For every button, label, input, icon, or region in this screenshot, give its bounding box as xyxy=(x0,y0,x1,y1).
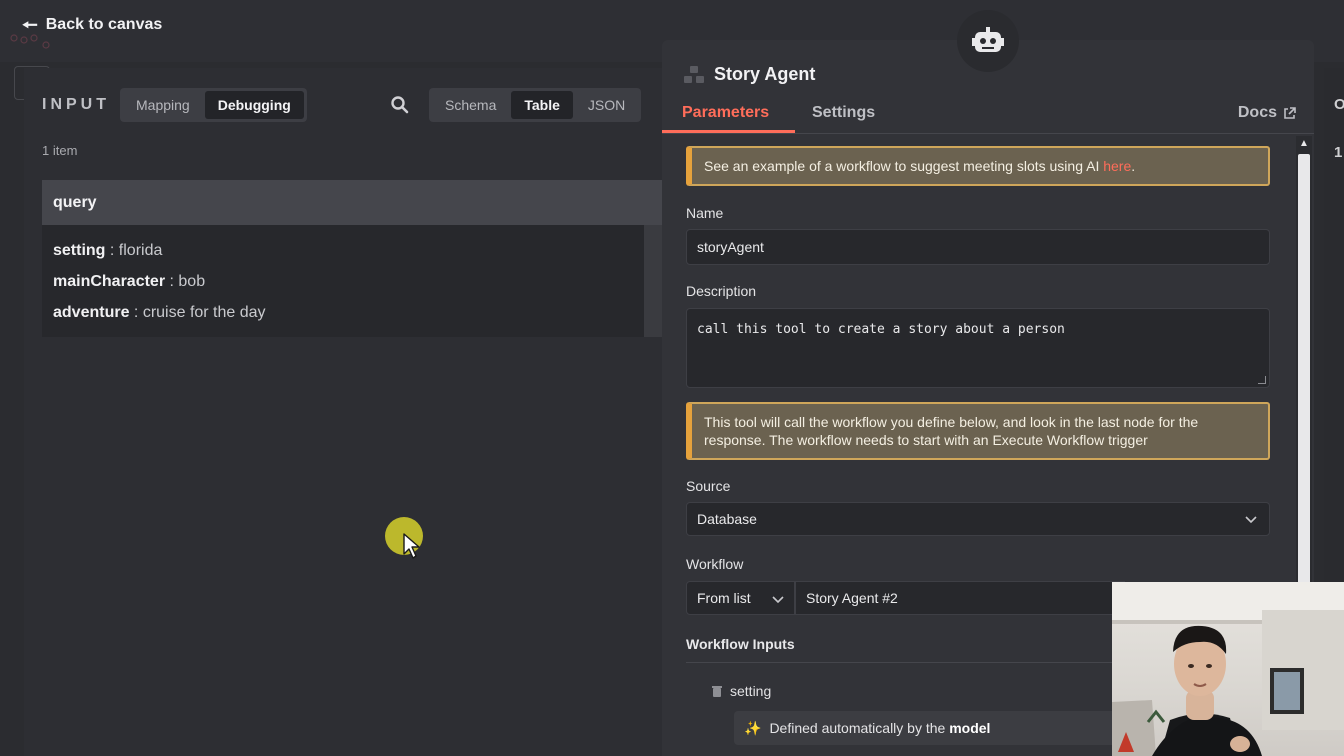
webcam-overlay xyxy=(1112,582,1344,756)
query-table: query setting : florida mainCharacter : … xyxy=(42,180,662,337)
node-tabs: Parameters Settings Docs xyxy=(662,98,1314,134)
workflow-select[interactable]: Story Agent #2 xyxy=(795,581,1125,615)
node-icon xyxy=(684,65,704,83)
source-label: Source xyxy=(686,478,731,494)
node-title-text[interactable]: Story Agent xyxy=(714,64,815,85)
chevron-down-icon xyxy=(1245,516,1257,524)
resize-handle[interactable] xyxy=(1258,376,1266,384)
tab-settings[interactable]: Settings xyxy=(812,104,875,122)
description-label: Description xyxy=(686,283,757,299)
chevron-down-icon xyxy=(772,596,784,604)
workflow-inputs-title: Workflow Inputs xyxy=(686,636,795,652)
docs-label: Docs xyxy=(1237,104,1277,121)
view-toggle: Schema Table JSON xyxy=(429,88,642,122)
example-notice: See an example of a workflow to suggest … xyxy=(686,146,1270,186)
robot-icon xyxy=(957,10,1019,72)
divider xyxy=(686,662,1136,663)
query-field-adventure[interactable]: adventure : cruise for the day xyxy=(53,297,633,328)
external-link-icon xyxy=(1284,106,1296,119)
sparkle-icon: ✨ xyxy=(744,719,762,736)
input-panel: INPUT Mapping Debugging Schema Table JSO… xyxy=(24,68,664,756)
defined-by-model-box[interactable]: ✨ Defined automatically by the model xyxy=(734,711,1134,745)
tool-notice: This tool will call the workflow you def… xyxy=(686,402,1270,460)
here-link[interactable]: here xyxy=(1103,158,1131,174)
canvas-nodes-icon xyxy=(10,34,50,49)
workflow-label: Workflow xyxy=(686,556,744,572)
name-label: Name xyxy=(686,205,724,221)
tab-schema[interactable]: Schema xyxy=(432,91,509,119)
node-title: Story Agent xyxy=(684,64,815,85)
workflow-input-setting: setting xyxy=(712,683,771,699)
tab-table[interactable]: Table xyxy=(511,91,573,119)
scroll-up-arrow[interactable]: ▲ xyxy=(1299,138,1309,149)
tab-debugging[interactable]: Debugging xyxy=(204,91,304,119)
mouse-cursor-icon xyxy=(385,517,423,559)
source-select[interactable]: Database xyxy=(686,502,1270,536)
name-field[interactable]: storyAgent xyxy=(686,229,1270,265)
tab-json[interactable]: JSON xyxy=(575,91,638,119)
input-title: INPUT xyxy=(42,96,110,113)
defined-text: Defined automatically by the model xyxy=(769,720,991,736)
item-count: 1 item xyxy=(42,143,78,158)
presenter-video xyxy=(1112,582,1344,756)
active-tab-indicator xyxy=(662,130,795,133)
scrollbar-thumb[interactable] xyxy=(1298,154,1310,584)
query-field-maincharacter[interactable]: mainCharacter : bob xyxy=(53,266,633,297)
docs-link[interactable]: Docs xyxy=(1238,104,1296,122)
workflow-mode-select[interactable]: From list xyxy=(686,581,795,615)
description-field[interactable]: call this tool to create a story about a… xyxy=(686,308,1270,388)
query-column-header[interactable]: query xyxy=(42,180,662,225)
trash-icon[interactable] xyxy=(712,685,722,697)
mode-toggle: Mapping Debugging xyxy=(120,88,307,122)
query-field-setting[interactable]: setting : florida xyxy=(53,235,633,266)
query-cell: setting : florida mainCharacter : bob ad… xyxy=(42,225,644,337)
search-icon[interactable] xyxy=(390,95,410,115)
tab-parameters[interactable]: Parameters xyxy=(682,104,769,122)
tab-mapping[interactable]: Mapping xyxy=(123,91,203,119)
back-to-canvas-label: Back to canvas xyxy=(45,16,163,33)
